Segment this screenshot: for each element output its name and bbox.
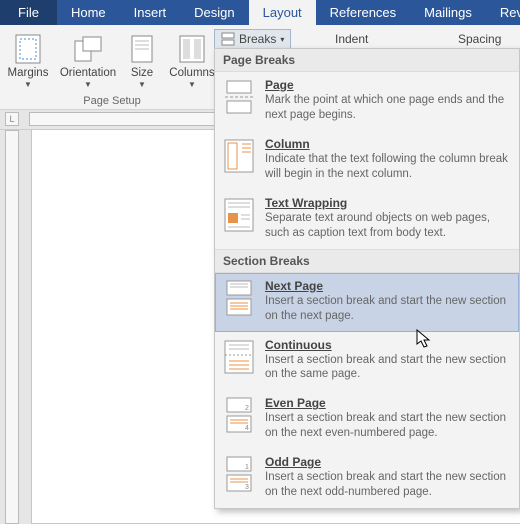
dropdown-caret-icon: ▼: [84, 80, 92, 89]
menu-item-odd-page[interactable]: 13 Odd Page Insert a section break and s…: [215, 449, 519, 508]
item-title: Continuous: [265, 338, 511, 352]
item-title: Even Page: [265, 396, 511, 410]
text-wrapping-icon: [223, 196, 255, 234]
margins-button[interactable]: Margins ▼: [4, 31, 52, 91]
item-desc: Indicate that the text following the col…: [265, 152, 511, 182]
menu-item-even-page[interactable]: 24 Even Page Insert a section break and …: [215, 390, 519, 449]
item-title: Odd Page: [265, 455, 511, 469]
size-icon: [131, 33, 153, 65]
breaks-button[interactable]: Breaks ▾: [214, 29, 291, 49]
item-desc: Insert a section break and start the new…: [265, 411, 511, 441]
spacing-label: Spacing: [458, 32, 501, 46]
section-breaks-header: Section Breaks: [215, 249, 519, 273]
item-desc: Mark the point at which one page ends an…: [265, 93, 511, 123]
menu-item-continuous[interactable]: Continuous Insert a section break and st…: [215, 332, 519, 391]
margins-icon: [15, 33, 41, 65]
svg-text:3: 3: [245, 484, 249, 491]
continuous-icon: [223, 338, 255, 376]
orientation-icon: [73, 33, 103, 65]
page-break-icon: [223, 78, 255, 116]
svg-text:4: 4: [245, 425, 249, 432]
item-title: Text Wrapping: [265, 196, 511, 210]
menu-item-text-wrapping[interactable]: Text Wrapping Separate text around objec…: [215, 190, 519, 249]
ruler-vertical[interactable]: [5, 130, 23, 524]
ribbon-tabs: File Home Insert Design Layout Reference…: [0, 0, 520, 25]
item-title: Page: [265, 78, 511, 92]
tab-design[interactable]: Design: [180, 0, 248, 25]
tab-layout[interactable]: Layout: [249, 0, 316, 25]
orientation-label: Orientation: [60, 67, 116, 79]
dropdown-caret-icon: ▼: [138, 80, 146, 89]
item-title: Next Page: [265, 279, 511, 293]
breaks-label: Breaks: [239, 32, 276, 46]
column-break-icon: [223, 137, 255, 175]
tab-home[interactable]: Home: [57, 0, 120, 25]
menu-item-page[interactable]: Page Mark the point at which one page en…: [215, 72, 519, 131]
tab-review[interactable]: Review: [486, 0, 520, 25]
ruler-corner[interactable]: L: [5, 112, 19, 126]
breaks-dropdown: Page Breaks Page Mark the point at which…: [214, 48, 520, 509]
breaks-icon: [221, 32, 235, 46]
item-desc: Separate text around objects on web page…: [265, 211, 511, 241]
odd-page-icon: 13: [223, 455, 255, 493]
item-title: Column: [265, 137, 511, 151]
size-label: Size: [131, 67, 153, 79]
item-desc: Insert a section break and start the new…: [265, 470, 511, 500]
group-label: Page Setup: [4, 95, 220, 109]
tab-references[interactable]: References: [316, 0, 410, 25]
dropdown-caret-icon: ▾: [280, 35, 284, 44]
dropdown-caret-icon: ▼: [24, 80, 32, 89]
size-button[interactable]: Size ▼: [124, 31, 160, 91]
dropdown-caret-icon: ▼: [188, 80, 196, 89]
even-page-icon: 24: [223, 396, 255, 434]
item-desc: Insert a section break and start the new…: [265, 294, 511, 324]
columns-label: Columns: [169, 67, 214, 79]
indent-label: Indent: [335, 32, 368, 46]
menu-item-column[interactable]: Column Indicate that the text following …: [215, 131, 519, 190]
next-page-icon: [223, 279, 255, 317]
page-breaks-header: Page Breaks: [215, 49, 519, 72]
tab-mailings[interactable]: Mailings: [410, 0, 486, 25]
svg-text:2: 2: [245, 405, 249, 412]
columns-button[interactable]: Columns ▼: [164, 31, 220, 91]
tab-file[interactable]: File: [0, 0, 57, 25]
page-setup-group: Margins ▼ Orientation ▼ Size ▼: [0, 25, 224, 109]
menu-item-next-page[interactable]: Next Page Insert a section break and sta…: [215, 273, 519, 332]
columns-icon: [179, 33, 205, 65]
svg-text:1: 1: [245, 464, 249, 471]
tab-insert[interactable]: Insert: [120, 0, 181, 25]
margins-label: Margins: [8, 67, 49, 79]
item-desc: Insert a section break and start the new…: [265, 353, 511, 383]
orientation-button[interactable]: Orientation ▼: [56, 31, 120, 91]
